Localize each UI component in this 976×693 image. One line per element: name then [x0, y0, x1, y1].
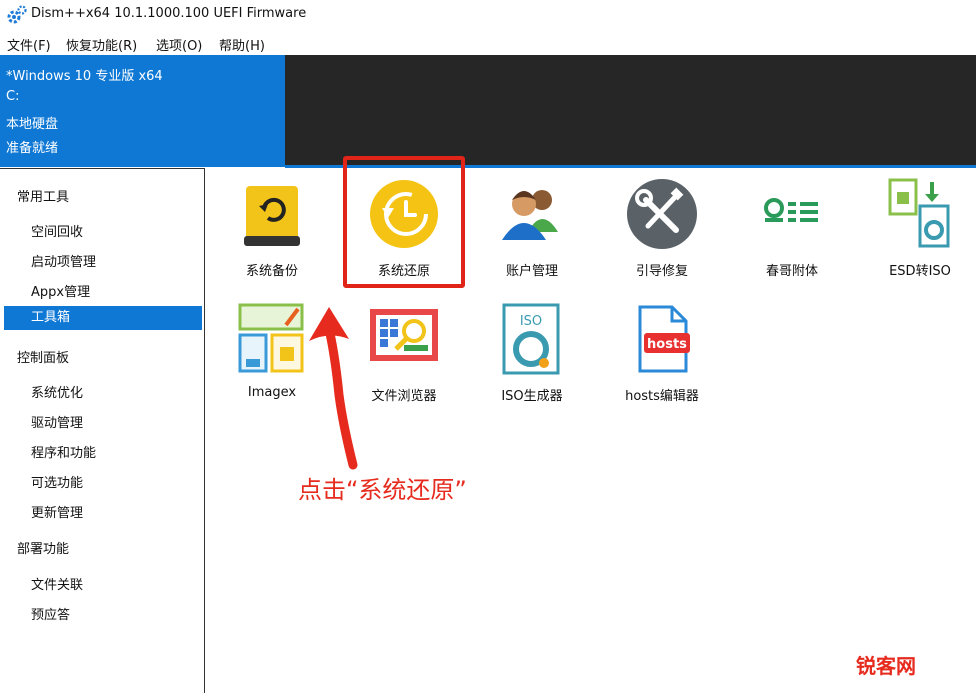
backup-drive-icon — [244, 186, 300, 246]
tool-admin-privilege[interactable]: 春哥附体 — [736, 178, 848, 279]
tool-label: 引导修复 — [635, 264, 688, 279]
hosts-file-icon: hosts — [638, 305, 690, 373]
sidebar-group-common: 常用工具 — [17, 190, 70, 205]
tool-iso-builder[interactable]: ISO ISO生成器 — [476, 303, 588, 404]
file-browser-icon — [370, 309, 438, 361]
sidebar-item-programs[interactable]: 程序和功能 — [31, 442, 96, 461]
menu-file[interactable]: 文件(F) — [7, 35, 51, 54]
tool-label: 账户管理 — [505, 264, 558, 279]
sidebar-group-deploy: 部署功能 — [17, 542, 70, 557]
sidebar-item-drivers[interactable]: 驱动管理 — [31, 412, 83, 431]
sidebar: 常用工具 空间回收 启动项管理 Appx管理 工具箱 控制面板 系统优化 驱动管… — [0, 168, 205, 693]
tool-account-management[interactable]: 账户管理 — [476, 178, 588, 279]
disk-type: 本地硬盘 — [6, 117, 59, 132]
tool-label: ISO生成器 — [501, 389, 563, 404]
tool-label: 春哥附体 — [765, 264, 818, 279]
iso-disc-icon: ISO — [502, 303, 560, 375]
users-icon — [502, 190, 558, 240]
window-title: Dism++x64 10.1.1000.100 UEFI Firmware — [31, 6, 307, 21]
sidebar-item-appx[interactable]: Appx管理 — [31, 281, 90, 300]
session-area — [285, 55, 976, 167]
sidebar-item-toolbox[interactable]: 工具箱 — [4, 306, 202, 330]
menu-help[interactable]: 帮助(H) — [219, 35, 265, 54]
menu-restore[interactable]: 恢复功能(R) — [66, 35, 137, 54]
title-bar: Dism++x64 10.1.1000.100 UEFI Firmware — [0, 0, 976, 30]
highlight-box — [343, 156, 465, 288]
status-text: 准备就绪 — [6, 141, 59, 156]
tool-label: 系统备份 — [245, 264, 298, 279]
svg-text:ISO: ISO — [520, 314, 542, 329]
sidebar-item-updates[interactable]: 更新管理 — [31, 502, 83, 521]
tool-hosts-editor[interactable]: hosts hosts编辑器 — [606, 303, 718, 404]
os-name: *Windows 10 专业版 x64 — [6, 69, 163, 84]
sidebar-item-optimize[interactable]: 系统优化 — [31, 382, 83, 401]
tool-label: hosts编辑器 — [625, 389, 699, 404]
watermark: 锐客网 — [856, 654, 916, 678]
tool-boot-repair[interactable]: 引导修复 — [606, 178, 718, 279]
tool-esd-to-iso[interactable]: ESD转ISO — [864, 178, 976, 279]
svg-text:hosts: hosts — [647, 337, 687, 352]
gear-icon — [7, 5, 27, 24]
tool-system-backup[interactable]: 系统备份 — [216, 178, 328, 279]
tool-label: ESD转ISO — [889, 264, 951, 279]
annotation-text: 点击“系统还原” — [298, 476, 467, 504]
sidebar-item-features[interactable]: 可选功能 — [31, 472, 83, 491]
sidebar-item-file-assoc[interactable]: 文件关联 — [31, 574, 83, 593]
esd-to-iso-icon — [888, 178, 950, 248]
sidebar-group-control-panel: 控制面板 — [17, 351, 70, 366]
image-info-pane[interactable]: *Windows 10 专业版 x64 C: 本地硬盘 准备就绪 — [0, 55, 285, 167]
annotation-arrow-icon — [309, 307, 358, 470]
sidebar-item-answer-file[interactable]: 预应答 — [31, 604, 70, 623]
sidebar-item-space-cleanup[interactable]: 空间回收 — [31, 221, 83, 240]
menu-options[interactable]: 选项(O) — [156, 35, 202, 54]
menu-bar: 文件(F) 恢复功能(R) 选项(O) 帮助(H) — [0, 30, 976, 54]
sidebar-item-startup[interactable]: 启动项管理 — [31, 251, 96, 270]
wrench-screwdriver-icon — [627, 179, 697, 249]
drive-letter: C: — [6, 89, 20, 104]
admin-list-icon — [764, 198, 818, 222]
